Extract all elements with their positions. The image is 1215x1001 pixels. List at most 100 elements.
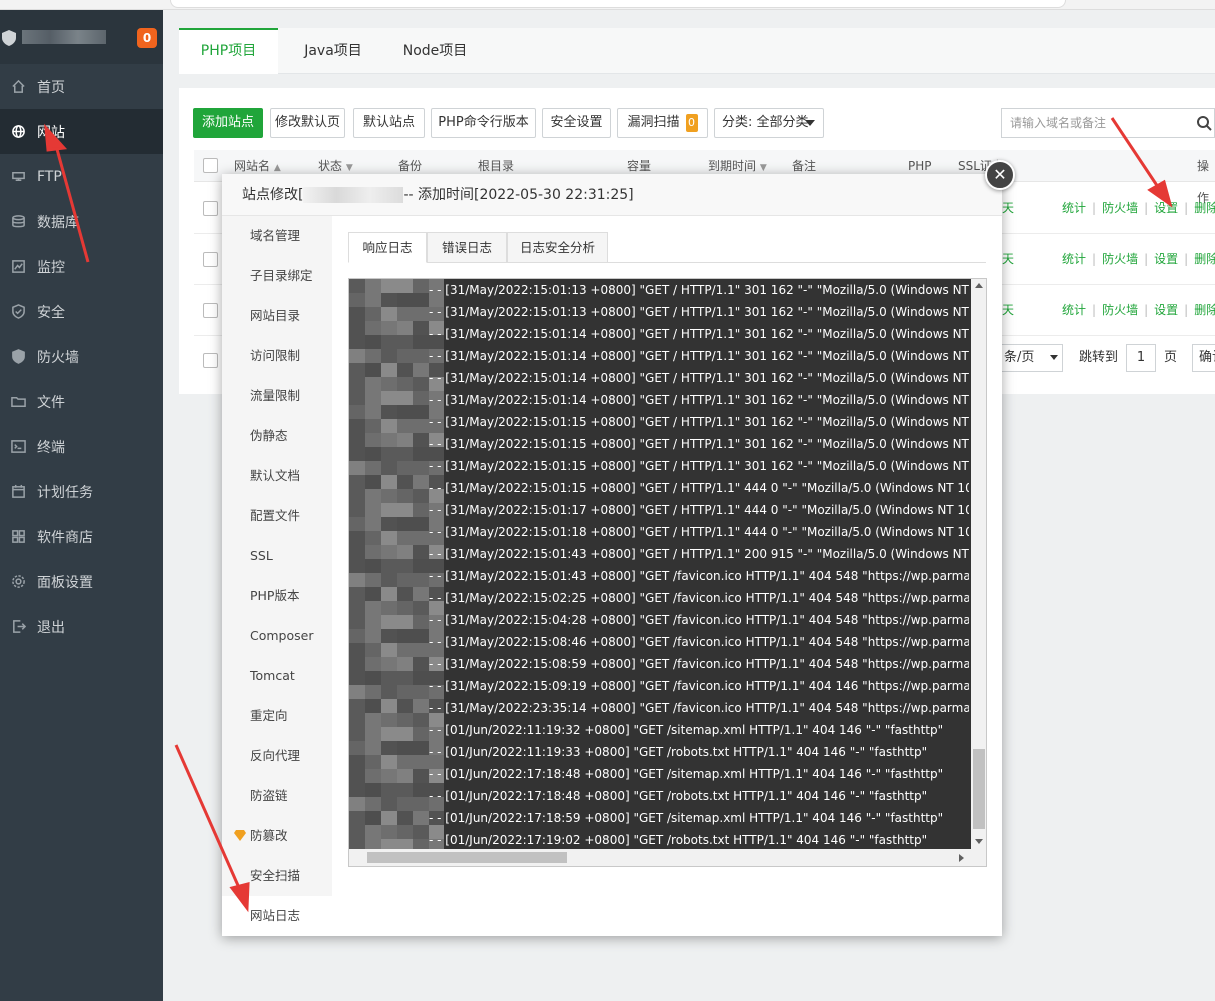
tab-java[interactable]: Java项目: [283, 28, 383, 74]
search-icon[interactable]: [1196, 115, 1212, 131]
modal-menu-item-11[interactable]: Tomcat: [222, 656, 332, 696]
modal-menu-label: SSL: [250, 548, 273, 563]
sidebar-item-11[interactable]: 面板设置: [0, 559, 163, 604]
hscroll-thumb[interactable]: [367, 852, 567, 863]
scroll-right-icon[interactable]: [959, 854, 964, 862]
sidebar-item-3[interactable]: 数据库: [0, 199, 163, 244]
row-action-2[interactable]: 设置: [1154, 252, 1178, 266]
row-action-0[interactable]: 统计: [1062, 303, 1086, 317]
sidebar-item-0[interactable]: 首页: [0, 64, 163, 109]
bulk-checkbox[interactable]: [203, 353, 218, 368]
log-line: - - [31/May/2022:15:01:14 +0800] "GET / …: [429, 349, 969, 363]
row-action-0[interactable]: 统计: [1062, 252, 1086, 266]
row-checkbox[interactable]: [203, 201, 218, 216]
address-bar[interactable]: [170, 0, 1066, 8]
sidebar-item-4[interactable]: 监控: [0, 244, 163, 289]
grid-icon: [10, 529, 26, 545]
vertical-scrollbar[interactable]: [971, 279, 986, 849]
scroll-down-icon[interactable]: [975, 839, 983, 844]
modal-menu-item-8[interactable]: SSL: [222, 536, 332, 576]
log-line: - - [31/May/2022:15:01:15 +0800] "GET / …: [429, 415, 969, 429]
security-settings-button[interactable]: 安全设置: [542, 108, 611, 138]
row-action-1[interactable]: 防火墙: [1102, 252, 1138, 266]
log-line: - - [31/May/2022:15:01:13 +0800] "GET / …: [429, 305, 969, 319]
horizontal-scrollbar[interactable]: [349, 849, 986, 866]
modal-menu-item-16[interactable]: 安全扫描: [222, 856, 332, 896]
modal-menu-label: 子目录绑定: [250, 268, 313, 283]
modal-menu-item-1[interactable]: 子目录绑定: [222, 256, 332, 296]
modal-menu-item-15[interactable]: 防篡改: [222, 816, 332, 856]
row-action-2[interactable]: 设置: [1154, 303, 1178, 317]
row-action-1[interactable]: 防火墙: [1102, 303, 1138, 317]
row-action-3[interactable]: 删除: [1194, 303, 1215, 317]
category-select[interactable]: 分类: 全部分类: [714, 108, 824, 138]
modal-menu-item-2[interactable]: 网站目录: [222, 296, 332, 336]
shield-icon: [10, 304, 26, 320]
log-line: - - [31/May/2022:15:08:46 +0800] "GET /f…: [429, 635, 969, 649]
log-line: - - [31/May/2022:15:01:14 +0800] "GET / …: [429, 327, 969, 341]
per-page-select[interactable]: 条/页: [999, 344, 1063, 372]
php-cli-version-button[interactable]: PHP命令行版本: [431, 108, 536, 138]
edit-default-page-button[interactable]: 修改默认页: [270, 108, 345, 138]
row-action-0[interactable]: 统计: [1062, 201, 1086, 215]
modal-menu-item-0[interactable]: 域名管理: [222, 216, 332, 256]
page-number-input[interactable]: 1: [1126, 344, 1156, 372]
scroll-up-icon[interactable]: [975, 283, 983, 288]
sidebar-item-5[interactable]: 安全: [0, 289, 163, 334]
sidebar-item-9[interactable]: 计划任务: [0, 469, 163, 514]
log-line: - - [01/Jun/2022:17:18:48 +0800] "GET /s…: [429, 767, 944, 781]
tab-response-log[interactable]: 响应日志: [348, 232, 427, 263]
tab-log-security-analysis[interactable]: 日志安全分析: [507, 232, 608, 263]
modal-menu-item-17[interactable]: 网站日志: [222, 896, 332, 936]
close-icon[interactable]: ✕: [985, 160, 1015, 190]
log-line: - - [31/May/2022:15:01:15 +0800] "GET / …: [429, 459, 969, 473]
add-site-button[interactable]: 添加站点: [193, 108, 263, 138]
vuln-scan-button[interactable]: 漏洞扫描 0: [617, 108, 708, 138]
log-tabs: 响应日志 错误日志 日志安全分析: [348, 232, 986, 263]
modal-menu-item-13[interactable]: 反向代理: [222, 736, 332, 776]
row-checkbox[interactable]: [203, 252, 218, 267]
scroll-thumb[interactable]: [973, 749, 985, 829]
ssl-days: 天: [1002, 201, 1015, 215]
row-action-3[interactable]: 删除: [1194, 201, 1215, 215]
row-action-1[interactable]: 防火墙: [1102, 201, 1138, 215]
modal-menu-item-4[interactable]: 流量限制: [222, 376, 332, 416]
modal-menu-item-14[interactable]: 防盗链: [222, 776, 332, 816]
sidebar-item-2[interactable]: FTP: [0, 154, 163, 199]
jump-confirm-button[interactable]: 确认: [1192, 344, 1215, 372]
row-action-3[interactable]: 删除: [1194, 252, 1215, 266]
log-viewer[interactable]: - - [31/May/2022:15:01:13 +0800] "GET / …: [348, 278, 987, 867]
server-name-redacted: [22, 30, 106, 44]
category-select-value: 分类: 全部分类: [722, 115, 809, 130]
modal-menu-item-9[interactable]: PHP版本: [222, 576, 332, 616]
modal-menu-item-12[interactable]: 重定向: [222, 696, 332, 736]
sidebar-item-6[interactable]: 防火墙: [0, 334, 163, 379]
modal-menu-item-5[interactable]: 伪静态: [222, 416, 332, 456]
sidebar-item-8[interactable]: 终端: [0, 424, 163, 469]
log-line: - - [31/May/2022:15:01:14 +0800] "GET / …: [429, 393, 969, 407]
default-site-button[interactable]: 默认站点: [353, 108, 425, 138]
modal-menu-item-6[interactable]: 默认文档: [222, 456, 332, 496]
modal-menu-item-10[interactable]: Composer: [222, 616, 332, 656]
modal-menu-item-3[interactable]: 访问限制: [222, 336, 332, 376]
sidebar-item-label: 首页: [37, 79, 65, 96]
sidebar-item-10[interactable]: 软件商店: [0, 514, 163, 559]
log-line: - - [31/May/2022:15:02:25 +0800] "GET /f…: [429, 591, 969, 605]
sidebar-item-1[interactable]: 网站: [0, 109, 163, 154]
notification-badge[interactable]: 0: [137, 28, 157, 48]
log-line: - - [31/May/2022:15:01:18 +0800] "GET / …: [429, 525, 969, 539]
search-input[interactable]: 请输入域名或备注: [1001, 108, 1215, 138]
tab-php[interactable]: PHP项目: [179, 28, 278, 74]
sidebar-item-7[interactable]: 文件: [0, 379, 163, 424]
site-name-redacted: [303, 187, 404, 203]
select-all-checkbox[interactable]: [203, 158, 218, 173]
row-action-2[interactable]: 设置: [1154, 201, 1178, 215]
log-line: - - [01/Jun/2022:11:19:33 +0800] "GET /r…: [429, 745, 928, 759]
tab-error-log[interactable]: 错误日志: [427, 232, 507, 263]
modal-menu-label: 反向代理: [250, 748, 301, 763]
row-checkbox[interactable]: [203, 303, 218, 318]
tab-node[interactable]: Node项目: [385, 28, 485, 74]
sidebar-item-12[interactable]: 退出: [0, 604, 163, 649]
modal-menu-item-7[interactable]: 配置文件: [222, 496, 332, 536]
sidebar-item-label: 退出: [37, 619, 65, 636]
